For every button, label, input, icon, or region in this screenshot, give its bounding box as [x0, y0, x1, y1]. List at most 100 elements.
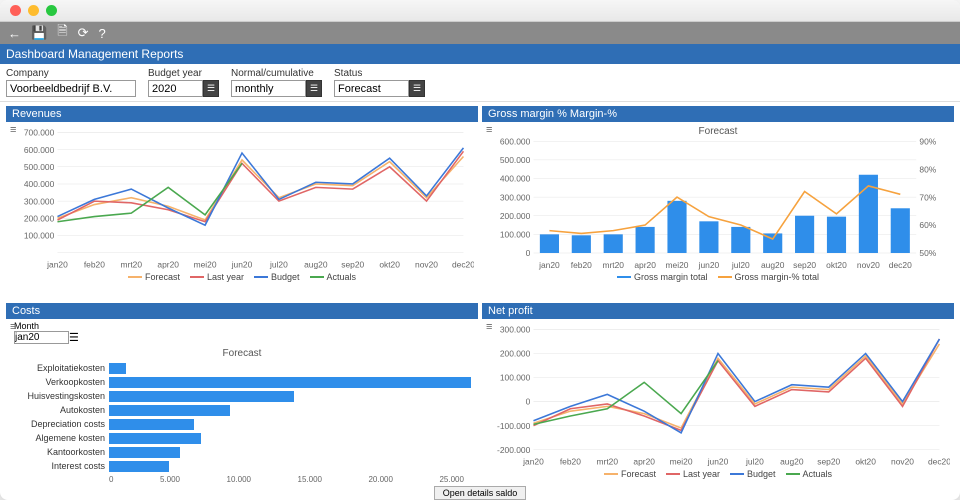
cost-bar — [109, 391, 294, 402]
status-input[interactable] — [334, 80, 409, 97]
svg-text:200.000: 200.000 — [500, 211, 531, 221]
net-profit-chart: -200.000-100.0000100.000200.000300.000ja… — [486, 321, 950, 469]
legend-item[interactable]: Forecast — [128, 272, 180, 282]
app-window: ← 💾 🗎 ⟳ ? Dashboard Management Reports C… — [0, 0, 960, 500]
legend-item[interactable]: Forecast — [604, 469, 656, 479]
svg-text:sep20: sep20 — [793, 260, 816, 270]
svg-text:okt20: okt20 — [826, 260, 847, 270]
titlebar — [0, 0, 960, 22]
page-title: Dashboard Management Reports — [0, 44, 960, 64]
svg-text:100.000: 100.000 — [500, 373, 531, 383]
cost-bar-row: Autokosten — [14, 403, 464, 417]
net-profit-menu-icon[interactable]: ≡ — [486, 321, 492, 333]
svg-text:dec20: dec20 — [889, 260, 912, 270]
net-profit-legend: Forecast Last year Budget Actuals — [486, 469, 950, 479]
gross-margin-menu-icon[interactable]: ≡ — [486, 124, 492, 136]
cost-bar-row: Interest costs — [14, 459, 464, 473]
svg-text:-200.000: -200.000 — [497, 445, 531, 455]
legend-item[interactable]: Last year — [190, 272, 244, 282]
svg-text:jan20: jan20 — [538, 260, 560, 270]
save-icon[interactable]: 💾 — [31, 25, 47, 41]
filter-status: Status ☰ — [334, 68, 425, 97]
svg-text:jan20: jan20 — [522, 456, 544, 466]
status-label: Status — [334, 68, 425, 79]
close-window-button[interactable] — [10, 5, 21, 16]
svg-text:feb20: feb20 — [560, 456, 581, 466]
cost-category-label: Verkoopkosten — [14, 377, 109, 387]
cost-bar — [109, 433, 201, 444]
status-picker-icon[interactable]: ☰ — [409, 80, 425, 97]
svg-text:apr20: apr20 — [634, 260, 656, 270]
maximize-window-button[interactable] — [46, 5, 57, 16]
svg-text:70%: 70% — [919, 192, 936, 202]
normal-input[interactable] — [231, 80, 306, 97]
gross-margin-header: Gross margin % Margin-% — [482, 106, 954, 122]
svg-text:nov20: nov20 — [415, 259, 438, 269]
svg-text:300.000: 300.000 — [500, 325, 531, 335]
svg-text:jan20: jan20 — [46, 259, 68, 269]
svg-text:apr20: apr20 — [157, 259, 179, 269]
cost-bar — [109, 461, 169, 472]
new-icon[interactable]: 🗎 — [57, 22, 67, 44]
svg-text:-100.000: -100.000 — [497, 421, 531, 431]
legend-item[interactable]: Actuals — [310, 272, 357, 282]
svg-text:60%: 60% — [919, 220, 936, 230]
svg-text:500.000: 500.000 — [500, 155, 531, 165]
legend-item[interactable]: Budget — [254, 272, 300, 282]
gross-margin-legend: Gross margin total Gross margin-% total — [486, 272, 950, 282]
legend-item[interactable]: Gross margin total — [617, 272, 708, 282]
budget-year-input[interactable] — [148, 80, 203, 97]
open-details-button[interactable]: Open details saldo — [434, 486, 527, 500]
dashboard-grid: Revenues ≡ 100.000200.000300.000400.0005… — [0, 102, 960, 500]
company-label: Company — [6, 68, 136, 79]
svg-text:mei20: mei20 — [666, 260, 689, 270]
footer: Open details saldo — [0, 486, 960, 500]
revenues-menu-icon[interactable]: ≡ — [10, 124, 16, 136]
panel-net-profit: Net profit ≡ -200.000-100.0000100.000200… — [482, 303, 954, 496]
budget-year-label: Budget year — [148, 68, 219, 79]
costs-menu-icon[interactable]: ≡ — [10, 321, 16, 333]
svg-text:400.000: 400.000 — [500, 174, 531, 184]
month-picker-icon[interactable]: ☰ — [69, 331, 79, 344]
minimize-window-button[interactable] — [28, 5, 39, 16]
cost-bar-row: Exploitatiekosten — [14, 361, 464, 375]
cost-category-label: Exploitatiekosten — [14, 363, 109, 373]
month-label: Month — [14, 321, 474, 331]
cost-category-label: Interest costs — [14, 461, 109, 471]
legend-item[interactable]: Last year — [666, 469, 720, 479]
svg-text:okt20: okt20 — [379, 259, 400, 269]
refresh-icon[interactable]: ⟳ — [78, 25, 89, 41]
panel-gross-margin: Gross margin % Margin-% ≡ Forecast 0100.… — [482, 106, 954, 299]
company-input[interactable] — [6, 80, 136, 97]
legend-item[interactable]: Gross margin-% total — [718, 272, 820, 282]
normal-label: Normal/cumulative — [231, 68, 322, 79]
cost-bar-row: Depreciation costs — [14, 417, 464, 431]
cost-category-label: Autokosten — [14, 405, 109, 415]
costs-chart: ExploitatiekostenVerkoopkostenHuisvestin… — [10, 359, 474, 484]
svg-text:100.000: 100.000 — [24, 231, 55, 241]
costs-subtitle: Forecast — [10, 348, 474, 359]
cost-bar-row: Verkoopkosten — [14, 375, 464, 389]
cost-bar — [109, 405, 230, 416]
svg-text:feb20: feb20 — [84, 259, 105, 269]
budget-year-picker-icon[interactable]: ☰ — [203, 80, 219, 97]
cost-bar-row: Algemene kosten — [14, 431, 464, 445]
svg-text:200.000: 200.000 — [24, 213, 55, 223]
svg-text:mrt20: mrt20 — [121, 259, 143, 269]
cost-bar — [109, 377, 471, 388]
svg-text:jun20: jun20 — [231, 259, 253, 269]
svg-text:300.000: 300.000 — [24, 196, 55, 206]
legend-item[interactable]: Budget — [730, 469, 776, 479]
svg-text:200.000: 200.000 — [500, 349, 531, 359]
svg-text:0: 0 — [526, 248, 531, 258]
svg-text:aug20: aug20 — [761, 260, 785, 270]
normal-picker-icon[interactable]: ☰ — [306, 80, 322, 97]
cost-category-label: Algemene kosten — [14, 433, 109, 443]
filter-normal: Normal/cumulative ☰ — [231, 68, 322, 97]
help-icon[interactable]: ? — [99, 26, 106, 41]
svg-text:mei20: mei20 — [670, 456, 693, 466]
cost-category-label: Depreciation costs — [14, 419, 109, 429]
month-input[interactable] — [14, 331, 69, 344]
back-icon[interactable]: ← — [8, 26, 21, 41]
legend-item[interactable]: Actuals — [786, 469, 833, 479]
